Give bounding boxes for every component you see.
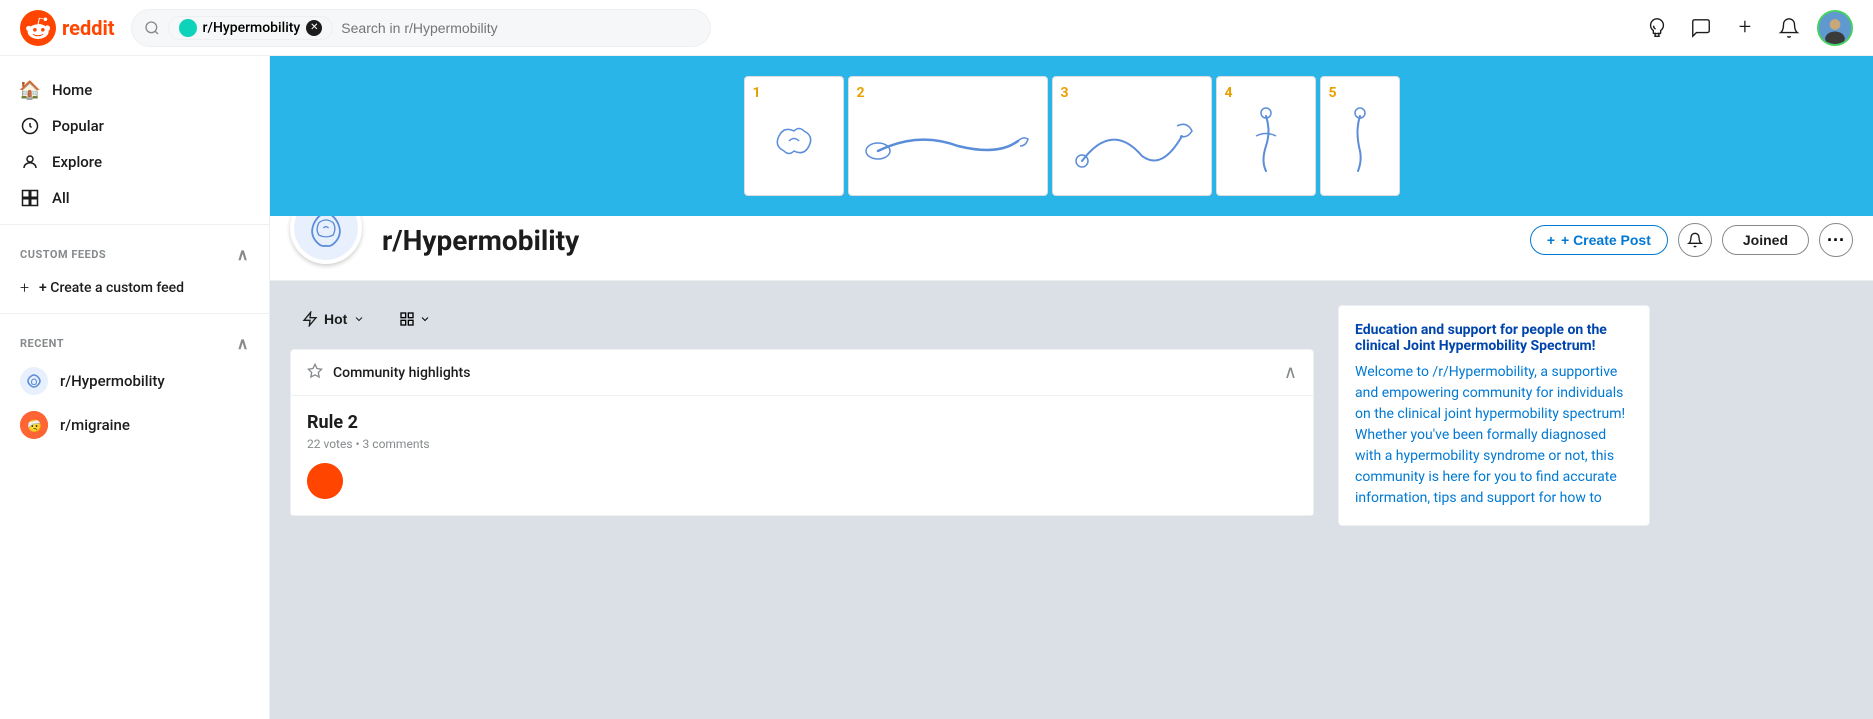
sidebar-popular-label: Popular [52, 117, 104, 135]
rule-votes-label: votes • [323, 437, 362, 451]
logo-text: reddit [62, 16, 115, 40]
community-description-widget: Education and support for people on the … [1338, 305, 1650, 526]
search-input[interactable] [341, 20, 697, 36]
create-post-button[interactable]: + + Create Post [1530, 225, 1668, 255]
widget-title: Education and support for people on the … [1355, 322, 1633, 354]
left-sidebar: 🏠 Home Popular Explore [0, 56, 270, 719]
joined-label: Joined [1743, 232, 1788, 248]
banner-num-2: 2 [857, 85, 865, 101]
sort-hot-button[interactable]: Hot [290, 305, 377, 333]
layout-button[interactable] [389, 305, 441, 333]
pin-icon [307, 363, 323, 383]
recent-header: RECENT ∧ [0, 322, 269, 359]
svg-text:🤕: 🤕 [27, 419, 42, 433]
banner-card-2: 2 [848, 76, 1048, 196]
feed-area: Hot [290, 305, 1314, 542]
sidebar-item-home[interactable]: 🏠 Home [0, 72, 269, 108]
create-custom-feed[interactable]: + + Create a custom feed [0, 270, 269, 305]
rule-meta: 22 votes • 3 comments [307, 437, 1297, 451]
more-dots: ··· [1827, 230, 1845, 251]
sidebar-item-migraine[interactable]: 🤕 r/migraine [0, 403, 269, 447]
explore-icon [20, 152, 40, 172]
subreddit-banner: 1 2 [270, 56, 1873, 216]
highlights-header-left: Community highlights [307, 363, 470, 383]
recent-chevron: ∧ [237, 334, 249, 353]
rule-card: Rule 2 22 votes • 3 comments 🧙 [291, 396, 1313, 515]
highlights-title: Community highlights [333, 365, 470, 381]
rule-votes: 22 [307, 437, 321, 451]
hypermobility-label: r/Hypermobility [60, 372, 165, 390]
more-options-button[interactable]: ··· [1819, 223, 1853, 257]
widget-description: Welcome to /r/Hypermobility, a supportiv… [1355, 362, 1633, 509]
custom-feeds-label: CUSTOM FEEDS [20, 248, 106, 261]
reddit-logo[interactable]: reddit [20, 10, 115, 46]
sidebar-item-popular[interactable]: Popular [0, 108, 269, 144]
subreddit-header-actions: + + Create Post Joined ··· [1530, 223, 1853, 257]
banner-num-1: 1 [753, 85, 761, 101]
highlights-header[interactable]: Community highlights ∧ [291, 350, 1313, 396]
chat-icon[interactable] [1685, 12, 1717, 44]
banner-illustration: 1 2 [744, 76, 1400, 196]
custom-feeds-header: CUSTOM FEEDS ∧ [0, 233, 269, 270]
sidebar-item-explore[interactable]: Explore [0, 144, 269, 180]
sidebar-divider-1 [0, 224, 269, 225]
sidebar-item-hypermobility[interactable]: r/Hypermobility [0, 359, 269, 403]
banner-card-4: 4 [1216, 76, 1316, 196]
close-tag-button[interactable]: ✕ [306, 20, 322, 36]
user-avatar[interactable] [1817, 10, 1853, 46]
all-icon [20, 188, 40, 208]
subreddit-name: r/Hypermobility [382, 224, 579, 257]
feed-controls: Hot [290, 305, 1314, 333]
create-post-icon[interactable]: + [1729, 12, 1761, 44]
banner-num-5: 5 [1329, 85, 1337, 101]
main-content: 1 2 [270, 56, 1873, 719]
plus-icon: + [20, 278, 29, 297]
migraine-label: r/migraine [60, 416, 130, 434]
subreddit-tag[interactable]: r/Hypermobility ✕ [168, 16, 334, 40]
joined-button[interactable]: Joined [1722, 225, 1809, 255]
subreddit-tag-icon [179, 19, 197, 37]
sidebar-explore-label: Explore [52, 153, 102, 171]
highlights-chevron: ∧ [1284, 362, 1297, 383]
sidebar-item-all[interactable]: All [0, 180, 269, 216]
custom-feeds-chevron: ∧ [237, 245, 249, 264]
page-layout: 🏠 Home Popular Explore [0, 56, 1873, 719]
sidebar-divider-2 [0, 313, 269, 314]
sort-label: Hot [324, 311, 347, 327]
hypermobility-icon [20, 367, 48, 395]
create-post-plus: + [1547, 232, 1555, 248]
create-post-label: + Create Post [1561, 232, 1651, 248]
nav-actions: + [1641, 10, 1853, 46]
banner-num-4: 4 [1225, 85, 1233, 101]
rule-comments: 3 [363, 437, 370, 451]
search-bar[interactable]: r/Hypermobility ✕ [131, 9, 711, 47]
bell-button[interactable] [1678, 223, 1712, 257]
subreddit-header: r/Hypermobility + + Create Post Joined ·… [270, 216, 1873, 281]
community-highlights: Community highlights ∧ Rule 2 22 votes •… [290, 349, 1314, 516]
awards-icon[interactable] [1641, 12, 1673, 44]
recent-label: RECENT [20, 337, 64, 350]
notifications-icon[interactable] [1773, 12, 1805, 44]
rule-title: Rule 2 [307, 412, 1297, 433]
home-icon: 🏠 [20, 80, 40, 100]
banner-num-3: 3 [1061, 85, 1069, 101]
sidebar-all-label: All [52, 189, 70, 207]
right-sidebar: Education and support for people on the … [1338, 305, 1650, 542]
search-icon [144, 20, 160, 36]
top-navigation: reddit r/Hypermobility ✕ + [0, 0, 1873, 56]
subreddit-tag-label: r/Hypermobility [203, 20, 301, 36]
migraine-icon: 🤕 [20, 411, 48, 439]
rule-comments-label: comments [372, 437, 429, 451]
banner-card-5: 5 [1320, 76, 1400, 196]
popular-icon [20, 116, 40, 136]
create-feed-label: + Create a custom feed [39, 280, 184, 296]
banner-card-1: 1 [744, 76, 844, 196]
banner-card-3: 3 [1052, 76, 1212, 196]
content-area: Hot [270, 281, 1670, 566]
rule-poster-avatar: 🧙 [307, 463, 343, 499]
sidebar-home-label: Home [52, 81, 92, 99]
